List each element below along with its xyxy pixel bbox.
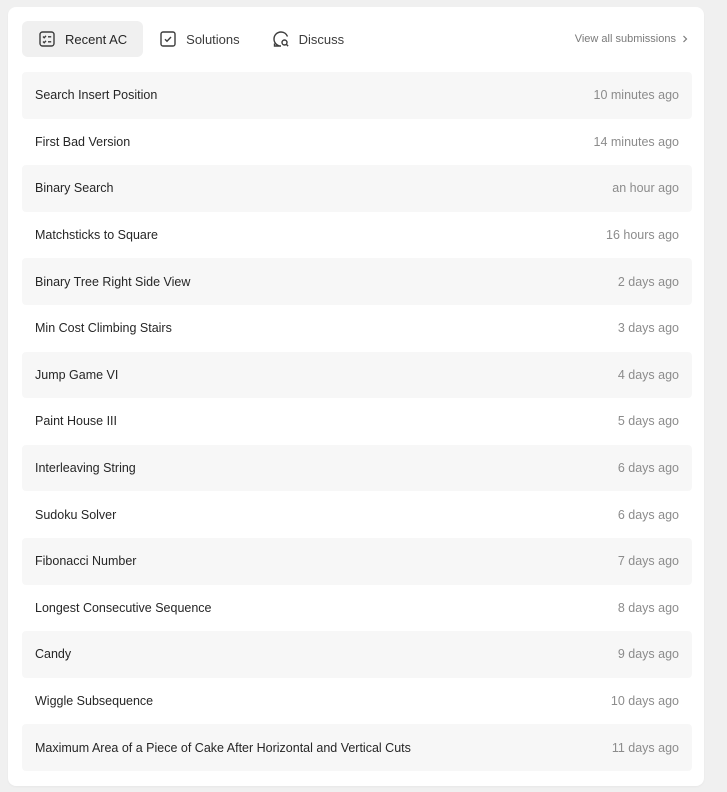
submission-time: 10 days ago [610,694,679,709]
submission-time: 9 days ago [617,647,679,662]
view-all-label: View all submissions [574,33,676,45]
submission-time: 16 hours ago [606,228,679,243]
list-item[interactable]: Binary Tree Right Side View 2 days ago [22,258,692,305]
submission-time: 4 days ago [617,367,679,382]
tab-discuss[interactable]: Discuss [256,21,361,57]
checkbox-icon [159,30,177,48]
list-item[interactable]: Fibonacci Number 7 days ago [22,537,692,585]
submission-time: 6 days ago [617,507,679,522]
list-item[interactable]: Sudoku Solver 6 days ago [22,491,692,538]
problem-title: Longest Consecutive Sequence [35,600,212,615]
submission-time: 10 minutes ago [593,88,679,103]
tab-label: Recent AC [65,31,128,47]
problem-title: Wiggle Subsequence [35,694,154,709]
submission-time: 3 days ago [617,321,679,336]
list-item[interactable]: Matchsticks to Square 16 hours ago [22,212,692,259]
list-item[interactable]: Interleaving String 6 days ago [22,444,692,492]
list-item[interactable]: Paint House III 5 days ago [22,398,692,445]
list-item[interactable]: Jump Game VI 4 days ago [22,351,692,399]
list-item[interactable]: Maximum Area of a Piece of Cake After Ho… [22,724,692,771]
recent-submissions-card: Recent AC Solutions Discuss View all sub… [8,7,704,786]
view-all-submissions-link[interactable]: View all submissions [575,33,690,45]
list-item[interactable]: Binary Search an hour ago [22,165,692,212]
problem-title: First Bad Version [35,134,131,149]
problem-title: Fibonacci Number [35,554,137,569]
list-check-icon [38,30,56,48]
list-item[interactable]: Min Cost Climbing Stairs 3 days ago [22,305,692,352]
submission-time: 5 days ago [617,414,679,429]
list-item[interactable]: Search Insert Position 10 minutes ago [22,72,692,119]
problem-title: Paint House III [35,414,117,429]
submission-time: 11 days ago [611,740,679,755]
tab-bar: Recent AC Solutions Discuss View all sub… [22,21,690,57]
chat-search-icon [272,30,290,48]
list-item[interactable]: Wiggle Subsequence 10 days ago [22,678,692,725]
submission-time: 7 days ago [617,554,679,569]
tab-label: Solutions [186,31,240,47]
list-item[interactable]: Candy 9 days ago [22,631,692,678]
problem-title: Jump Game VI [35,367,119,382]
list-item[interactable]: Longest Consecutive Sequence 8 days ago [22,585,692,632]
submission-time: 2 days ago [617,274,679,289]
problem-title: Interleaving String [35,461,136,476]
chevron-right-icon [680,34,690,44]
submission-time: 8 days ago [617,600,679,615]
tab-label: Discuss [298,31,345,47]
submission-time: 14 minutes ago [593,134,679,149]
submission-time: an hour ago [612,181,679,196]
problem-title: Binary Search [35,181,114,196]
problem-title: Min Cost Climbing Stairs [35,321,172,336]
submission-time: 6 days ago [617,461,679,476]
tab-solutions[interactable]: Solutions [143,21,255,57]
submission-list: Search Insert Position 10 minutes ago Fir… [22,72,692,771]
problem-title: Candy [35,647,72,662]
problem-title: Matchsticks to Square [35,228,158,243]
problem-title: Maximum Area of a Piece of Cake After Ho… [35,740,411,755]
problem-title: Search Insert Position [35,88,158,103]
problem-title: Binary Tree Right Side View [35,274,191,289]
tab-recent-ac[interactable]: Recent AC [22,21,144,57]
problem-title: Sudoku Solver [35,507,117,522]
list-item[interactable]: First Bad Version 14 minutes ago [22,119,692,166]
